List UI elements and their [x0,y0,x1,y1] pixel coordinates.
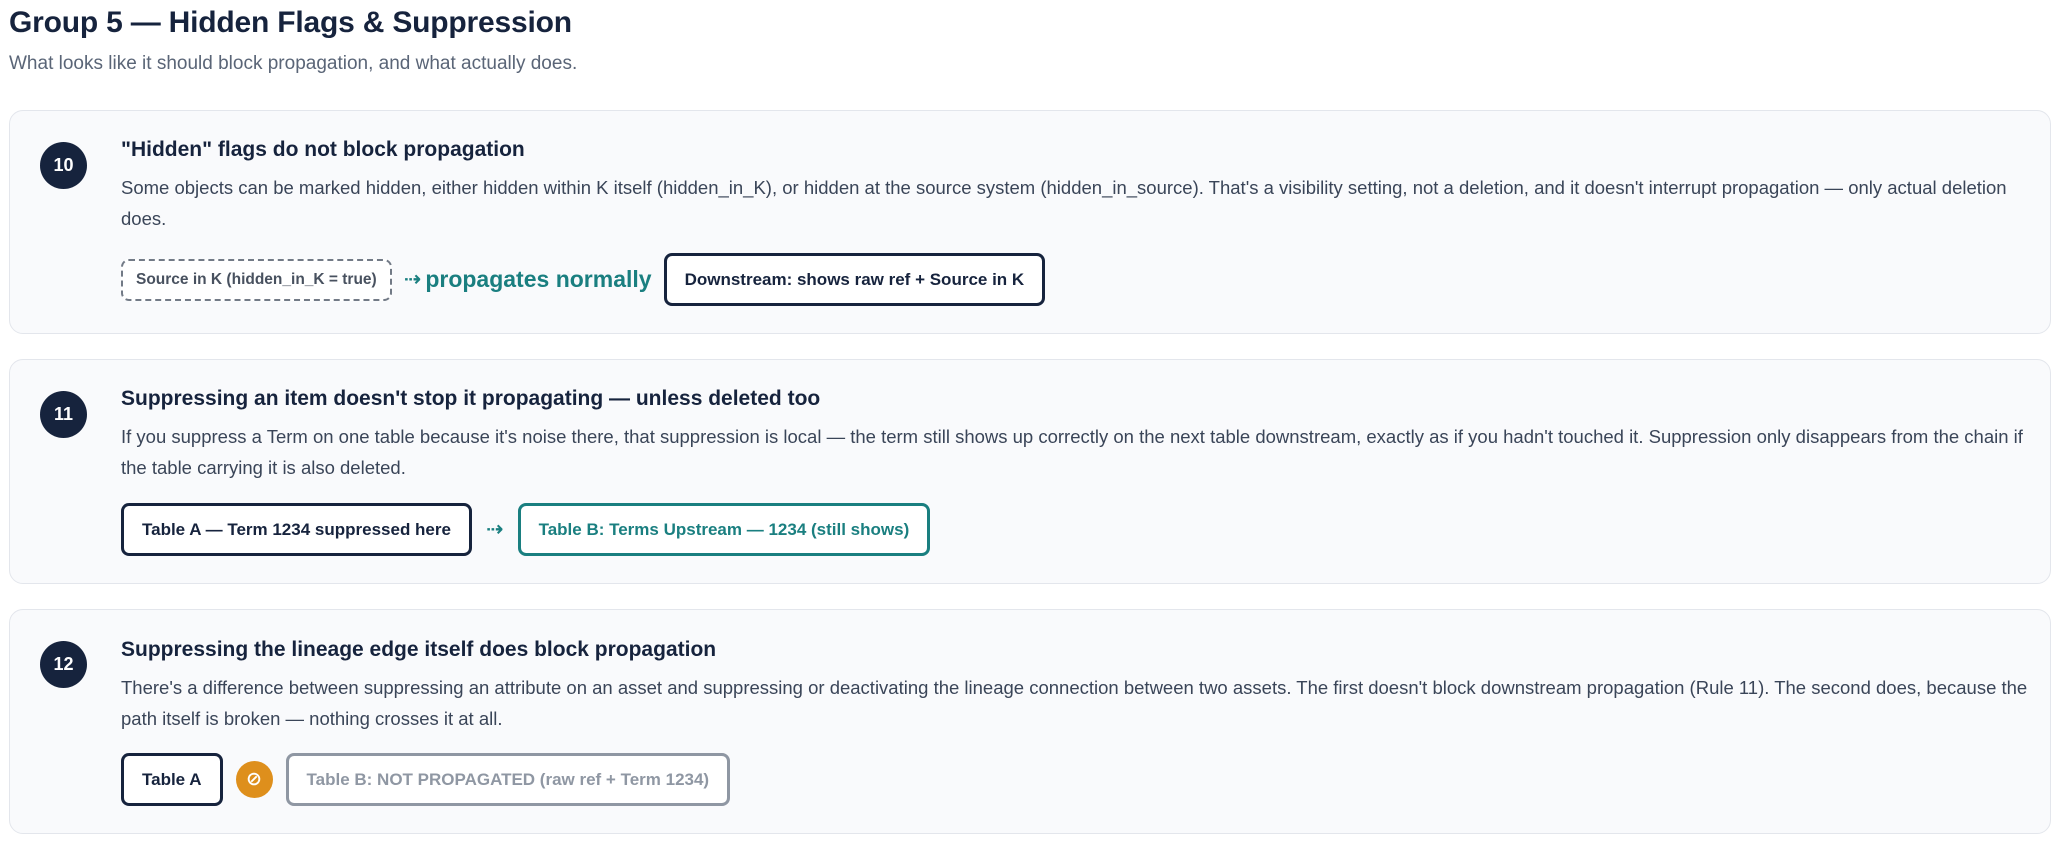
rule-description: There's a difference between suppressing… [121,677,2028,729]
rule-description: Some objects can be marked hidden, eithe… [121,177,2007,229]
dashed-arrow-icon: ⇢ [403,268,422,291]
table-b-node: Table B: Terms Upstream — 1234 (still sh… [517,503,931,556]
propagation-flow: Source in K (hidden_in_K = true) ⇢ propa… [121,253,1046,306]
rule-title: "Hidden" flags do not block propagation [121,138,525,161]
rule-card-11: 11 Suppressing an item doesn't stop it p… [9,359,2051,584]
rule-title: Suppressing the lineage edge itself does… [121,638,717,661]
downstream-node: Downstream: shows raw ref + Source in K [663,253,1046,306]
rule-description: If you suppress a Term on one table beca… [121,426,2023,478]
dashed-arrow-icon: ⇢ [485,518,504,541]
arrow-label: propagates normally [425,266,652,292]
propagation-flow: Table A ⊘ Table B: NOT PROPAGATED (raw r… [121,753,731,806]
rule-card-10: 10 "Hidden" flags do not block propagati… [9,110,2051,334]
page-subtitle: What looks like it should block propagat… [9,53,578,74]
page-title: Group 5 — Hidden Flags & Suppression [9,6,572,39]
table-a-node: Table A — Term 1234 suppressed here [121,503,472,556]
source-node-hidden: Source in K (hidden_in_K = true) [121,258,392,301]
blocked-icon: ⊘ [235,761,273,798]
table-b-not-propagated-node: Table B: NOT PROPAGATED (raw ref + Term … [285,753,731,806]
propagation-flow: Table A — Term 1234 suppressed here ⇢ Ta… [121,503,931,556]
rule-number-badge: 10 [40,142,87,189]
rule-card-12: 12 Suppressing the lineage edge itself d… [9,609,2051,834]
rule-title: Suppressing an item doesn't stop it prop… [121,387,821,410]
rule-number-badge: 12 [40,641,87,688]
table-a-node: Table A [121,753,223,806]
rule-number-badge: 11 [40,391,87,438]
